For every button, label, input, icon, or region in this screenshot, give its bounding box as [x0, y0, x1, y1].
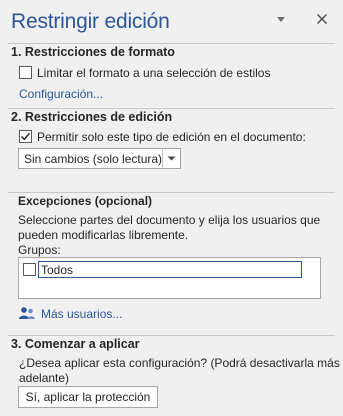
editing-restrictions-heading: 2. Restricciones de edición — [11, 110, 173, 124]
start-enforcing-heading: 3. Comenzar a aplicar — [11, 337, 140, 351]
editing-type-dropdown-value: Sin cambios (solo lectura) — [24, 152, 163, 166]
formatting-restrictions-heading: 1. Restricciones de formato — [11, 45, 175, 59]
restrict-editing-pane: Restringir edición 1. Restricciones de f… — [0, 0, 343, 416]
formatting-settings-link[interactable]: Configuración... — [19, 87, 103, 101]
pane-title: Restringir edición — [11, 10, 170, 33]
more-users-icon — [19, 307, 35, 319]
pane-options-chevron-icon[interactable] — [276, 16, 286, 24]
section-divider — [8, 335, 335, 336]
allow-editing-type-label: Permitir solo este tipo de edición en el… — [37, 130, 306, 144]
section-divider — [8, 43, 335, 44]
exceptions-heading: Excepciones (opcional) — [18, 194, 153, 208]
dropdown-button[interactable] — [162, 149, 180, 168]
allow-editing-type-checkbox[interactable] — [19, 130, 32, 143]
section-divider — [8, 108, 335, 109]
group-everyone-name[interactable]: Todos — [38, 261, 302, 278]
group-everyone-checkbox[interactable] — [23, 263, 36, 276]
groups-list: Todos — [18, 257, 321, 299]
apply-question-line-2: adelante) — [19, 371, 70, 385]
checkmark-icon — [20, 132, 31, 141]
limit-formatting-checkbox[interactable] — [19, 66, 32, 79]
editing-type-dropdown[interactable]: Sin cambios (solo lectura) — [18, 148, 181, 169]
exceptions-description-line-2: pueden modificarlas libremente. — [18, 228, 189, 242]
apply-protection-button[interactable]: Sí, aplicar la protección — [18, 386, 158, 408]
group-everyone-label: Todos — [41, 263, 74, 277]
groups-label: Grupos: — [18, 243, 61, 257]
close-icon[interactable] — [316, 13, 328, 25]
chevron-down-icon — [167, 156, 176, 161]
more-users-link[interactable]: Más usuarios... — [41, 307, 122, 321]
section-divider — [8, 192, 335, 193]
limit-formatting-label: Limitar el formato a una selección de es… — [37, 66, 271, 80]
exceptions-description-line-1: Seleccione partes del documento y elija … — [18, 213, 321, 227]
apply-question-line-1: ¿Desea aplicar esta configuración? (Podr… — [19, 356, 340, 370]
